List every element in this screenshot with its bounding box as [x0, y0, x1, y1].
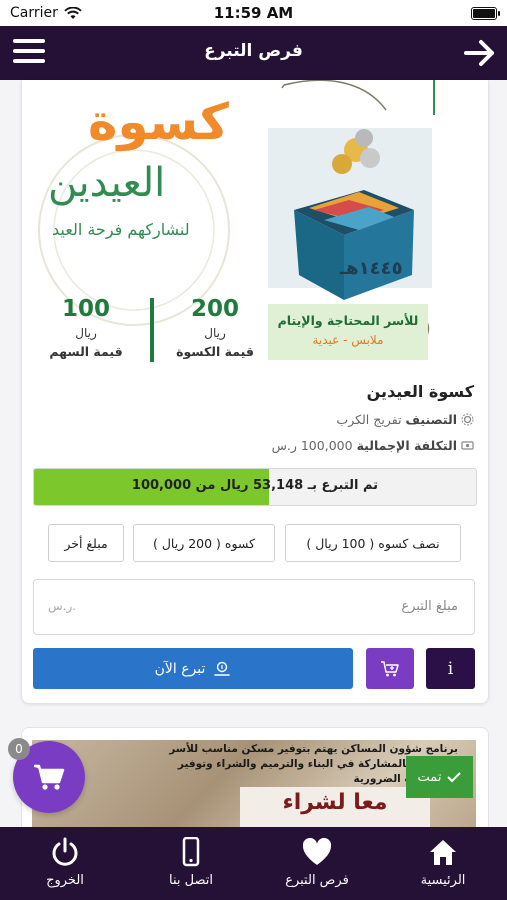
cart-count-badge: 0 [8, 738, 30, 760]
category-value: تفريج الكرب [336, 412, 402, 427]
currency-label: ر.س. [48, 599, 77, 613]
tab-logout[interactable]: الخروج [2, 827, 128, 900]
outfit-label: قيمة الكسوة [176, 344, 254, 359]
home-icon [430, 840, 456, 865]
donate-now-button[interactable]: تبرع الآن [33, 648, 353, 689]
stat-divider [150, 298, 154, 362]
tab-donation-opportunities-label: فرص التبرع [285, 873, 349, 888]
donate-now-label: تبرع الآن [154, 660, 206, 677]
status-bar: Carrier 11:59 AM [0, 0, 507, 26]
amount-half-outfit-button[interactable]: نصف كسوه ( 100 ريال ) [285, 524, 461, 562]
page-title: فرص التبرع [204, 41, 303, 61]
money-icon [461, 441, 474, 450]
progress-text: تم التبرع بـ 53,148 ريال من 100,000 [131, 478, 379, 493]
outfit-unit: ريال [204, 326, 226, 340]
total-cost-value: 100,000 ر.س [271, 438, 353, 453]
total-cost-label: التكلفة الإجمالية [356, 438, 457, 453]
share-unit: ريال [75, 326, 97, 340]
banner-title-orange: كسوة [88, 93, 229, 151]
cart-plus-icon [381, 660, 399, 676]
second-card-headline: معا لشراء [282, 790, 388, 815]
phone-icon [182, 837, 200, 867]
hijri-year: ١٤٤٥هـ [340, 258, 403, 279]
tab-home-label: الرئيسية [420, 873, 466, 888]
target-line-2: ملابس - عيدية [312, 333, 384, 347]
add-to-cart-button[interactable] [366, 648, 414, 689]
project-title: كسوة العيدين [366, 382, 474, 401]
completed-label: تمت [417, 769, 442, 785]
tab-contact-us[interactable]: اتصل بنا [128, 827, 254, 900]
hand-money-icon [214, 661, 231, 676]
bottom-tab-bar: الرئيسية فرص التبرع اتصل بنا الخروج [0, 827, 507, 900]
tab-contact-us-label: اتصل بنا [169, 873, 213, 888]
back-arrow-icon[interactable] [463, 37, 497, 69]
top-nav-bar: فرص التبرع [0, 26, 507, 80]
check-icon [447, 772, 462, 783]
donation-progress-bar: تم التبرع بـ 53,148 ريال من 100,000 [33, 468, 477, 506]
tab-logout-label: الخروج [46, 873, 84, 888]
donation-amount-field[interactable]: مبلغ التبرع ر.س. [33, 579, 475, 635]
amount-other-button[interactable]: مبلغ أخر [48, 524, 124, 562]
battery-icon [471, 7, 500, 20]
share-label: قيمة السهم [49, 344, 123, 359]
target-line-1: للأسر المحتاجة والإيتام [277, 313, 419, 328]
tab-donation-opportunities[interactable]: فرص التبرع [254, 827, 380, 900]
category-icon [461, 413, 474, 426]
outfit-value: 200 [190, 296, 239, 322]
tab-home[interactable]: الرئيسية [380, 827, 506, 900]
donation-amount-placeholder: مبلغ التبرع [401, 599, 458, 614]
amount-outfit-button[interactable]: كسوه ( 200 ريال ) [133, 524, 275, 562]
category-label: التصنيف [405, 412, 458, 427]
power-icon [52, 837, 78, 866]
banner-title-green: العيدين [48, 160, 166, 206]
heart-icon [302, 837, 332, 865]
banner-subtitle: لنشاركهم فرحة العيد [52, 220, 190, 239]
info-button[interactable]: i [426, 648, 475, 689]
clock: 11:59 AM [213, 4, 294, 22]
category-row: التصنيف تفريج الكرب [336, 412, 474, 427]
cart-icon [34, 764, 65, 790]
completed-badge: تمت [406, 756, 473, 798]
share-value: 100 [61, 296, 110, 322]
total-cost-row: التكلفة الإجمالية 100,000 ر.س [272, 438, 474, 453]
